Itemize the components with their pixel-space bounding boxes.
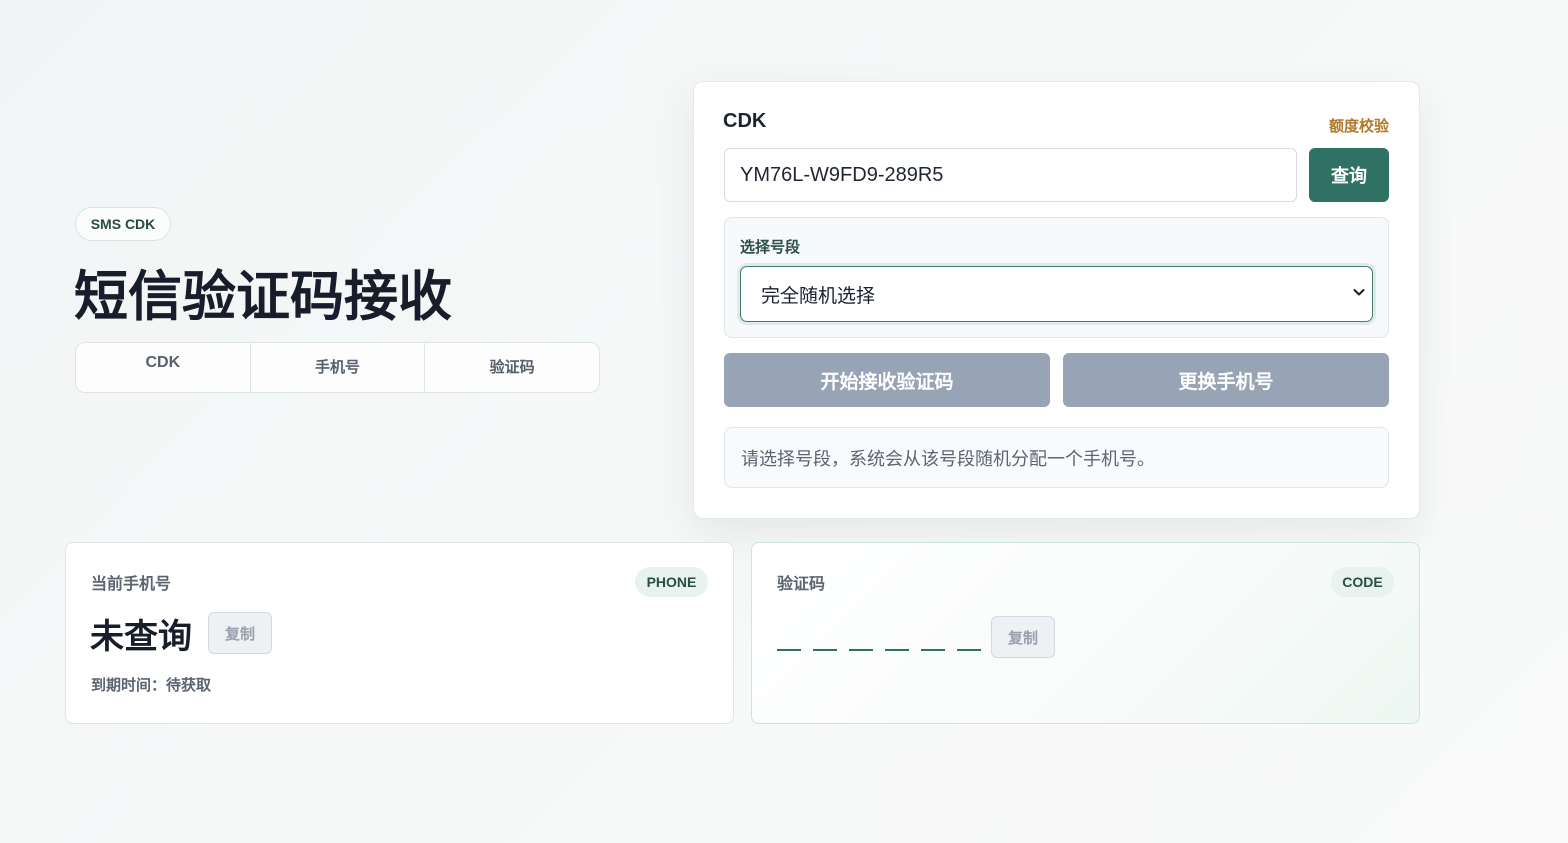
expiry-time: 到期时间：待获取 [91, 676, 212, 694]
phone-card-title: 当前手机号 [91, 574, 172, 593]
code-badge: CODE [1331, 567, 1394, 597]
copy-code-button[interactable]: 复制 [991, 616, 1055, 658]
tab-phone[interactable]: 手机号 [251, 343, 426, 392]
code-digit-placeholder [813, 625, 837, 651]
sms-cdk-badge: SMS CDK [75, 207, 171, 241]
code-card-title: 验证码 [777, 574, 826, 593]
code-digit-placeholder [885, 625, 909, 651]
segment-select[interactable]: 完全随机选择 [740, 266, 1373, 322]
phone-number-value: 未查询 [90, 617, 192, 657]
code-digit-placeholder [957, 625, 981, 651]
tab-code[interactable]: 验证码 [425, 343, 599, 392]
cdk-label: CDK [723, 110, 767, 132]
phone-badge: PHONE [635, 567, 708, 597]
segment-selected-value: 完全随机选择 [761, 284, 876, 307]
code-digit-placeholder [921, 625, 945, 651]
code-digit-placeholder [849, 625, 873, 651]
query-button[interactable]: 查询 [1309, 148, 1389, 202]
code-digit-placeholder [777, 625, 801, 651]
start-receive-button[interactable]: 开始接收验证码 [724, 353, 1050, 407]
change-phone-button[interactable]: 更换手机号 [1063, 353, 1389, 407]
cdk-input[interactable] [724, 148, 1297, 202]
page-title: 短信验证码接收 [74, 265, 452, 328]
code-digits [777, 625, 981, 651]
quota-check-link[interactable]: 额度校验 [1290, 115, 1389, 136]
copy-phone-button[interactable]: 复制 [208, 612, 272, 654]
segment-label: 选择号段 [740, 238, 801, 256]
tab-cdk[interactable]: CDK [76, 343, 251, 392]
chevron-down-icon [1352, 285, 1366, 303]
hint-message: 请选择号段，系统会从该号段随机分配一个手机号。 [724, 427, 1389, 488]
step-tabs: CDK 手机号 验证码 [75, 342, 600, 393]
